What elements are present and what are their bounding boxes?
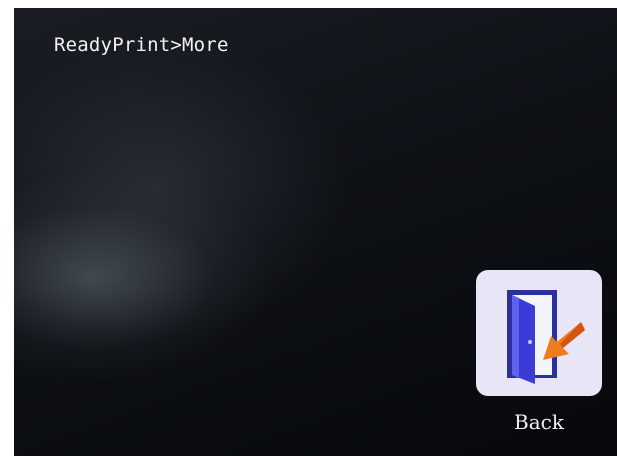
breadcrumb: ReadyPrint>More [54, 34, 229, 56]
back-label: Back [514, 410, 564, 434]
back-button[interactable]: Back [476, 270, 602, 440]
display-screen: ReadyPrint>More Back [14, 8, 617, 456]
back-tile[interactable] [476, 270, 602, 396]
door-exit-icon [507, 290, 585, 384]
device-bezel: ReadyPrint>More Back [0, 0, 617, 456]
